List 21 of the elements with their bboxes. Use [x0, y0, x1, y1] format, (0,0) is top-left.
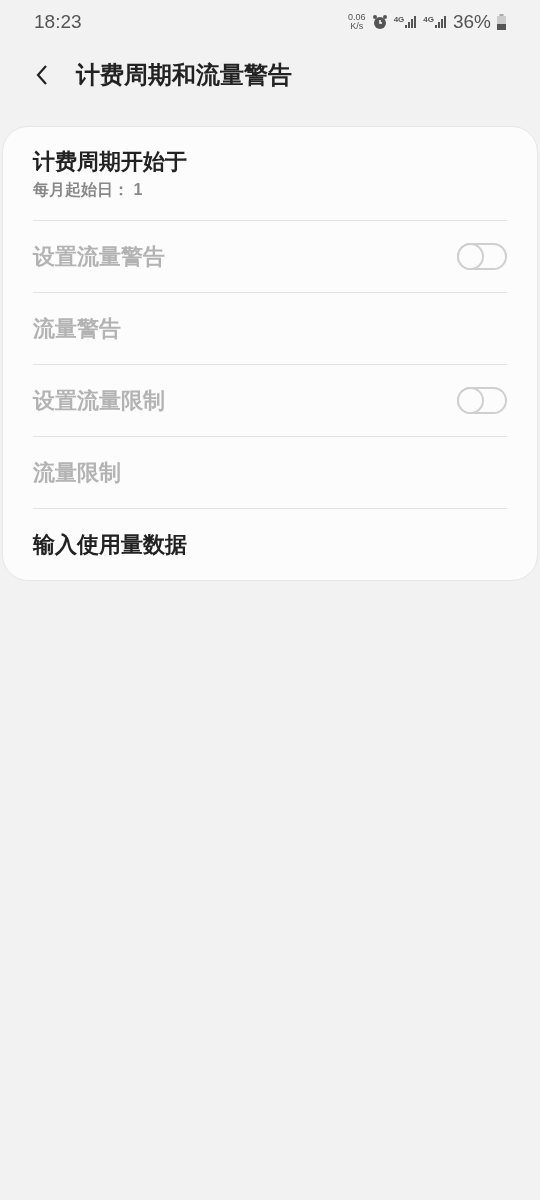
item-title: 设置流量限制 [33, 387, 165, 415]
network-type-label: 4G [423, 16, 434, 24]
page-title: 计费周期和流量警告 [76, 60, 292, 90]
alarm-clock-icon [371, 14, 388, 30]
signal-icon [405, 16, 418, 28]
item-title: 设置流量警告 [33, 243, 165, 271]
status-time: 18:23 [34, 9, 82, 34]
back-icon [35, 64, 49, 86]
battery-icon [497, 14, 506, 30]
network-speed-unit: K/s [350, 22, 364, 31]
item-title: 流量警告 [33, 315, 121, 343]
item-title: 输入使用量数据 [33, 531, 187, 559]
network-type-label: 4G [393, 16, 405, 24]
settings-item[interactable]: 计费周期开始于 每月起始日： 1 [33, 127, 507, 220]
battery-percentage: 36% [452, 9, 491, 34]
signal-icon [434, 16, 447, 28]
network-speed: 0.06 [348, 13, 366, 22]
item-subtitle: 每月起始日： 1 [33, 180, 144, 200]
settings-item[interactable]: 输入使用量数据 [33, 508, 507, 580]
item-title: 流量限制 [33, 459, 121, 487]
item-title: 计费周期开始于 [33, 148, 187, 176]
